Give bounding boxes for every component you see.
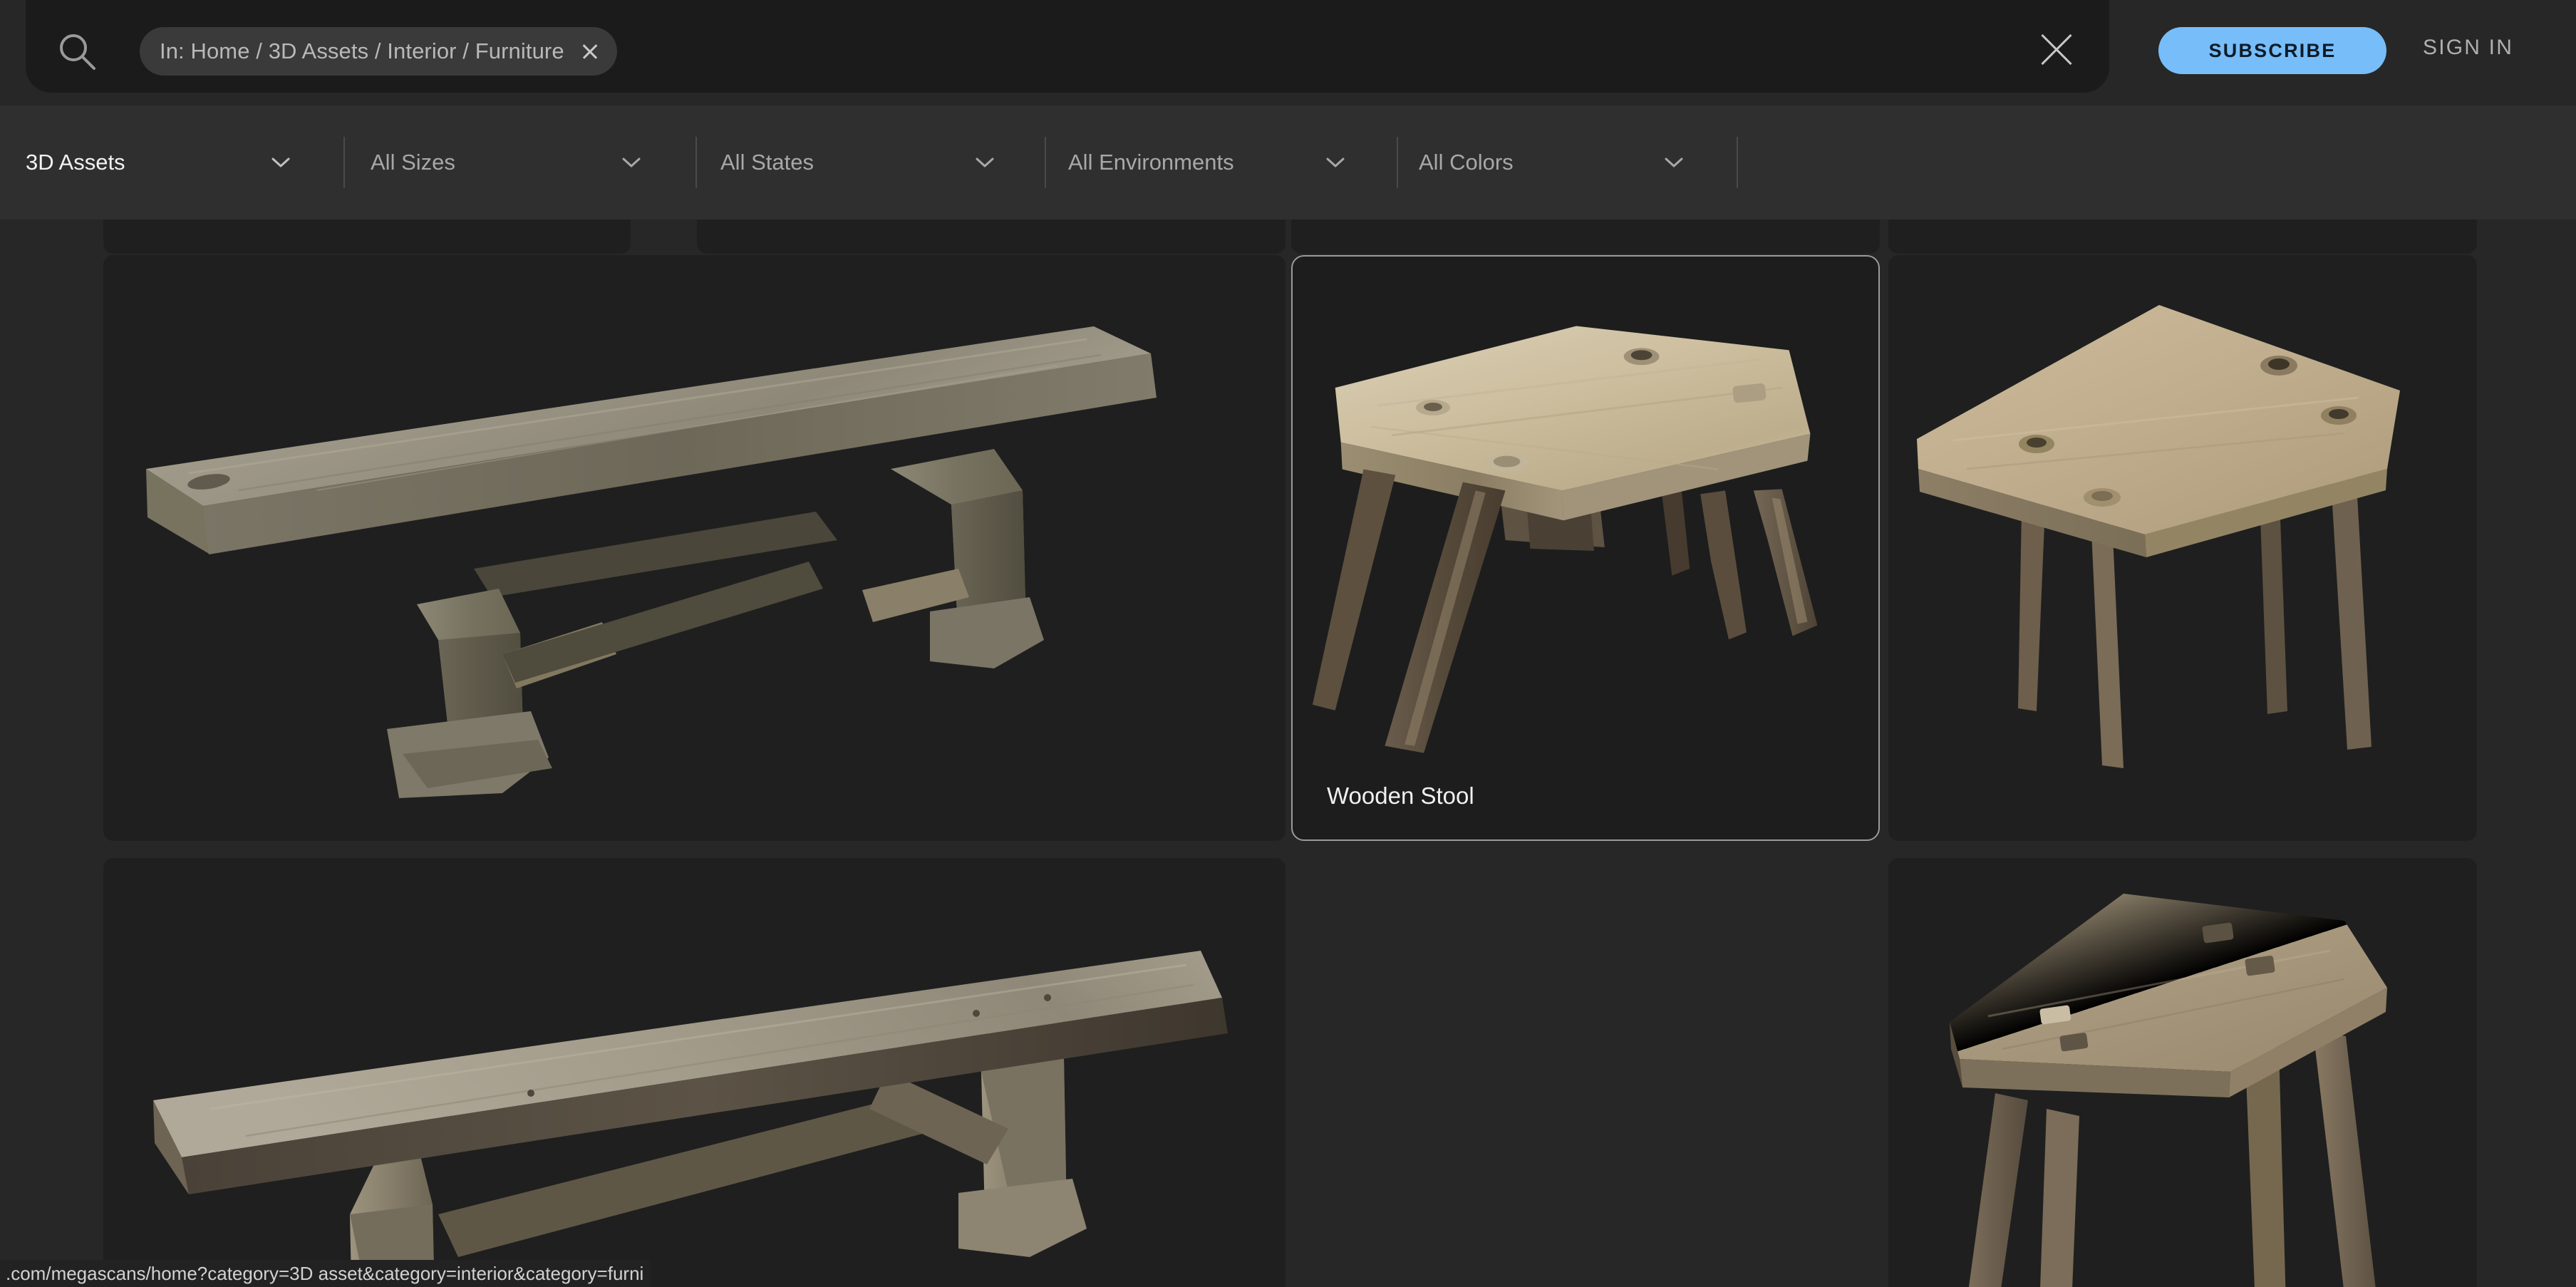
status-bar-url: .com/megascans/home?category=3D asset&ca… xyxy=(6,1262,644,1284)
filter-all-colors[interactable]: All Colors xyxy=(1419,105,1683,219)
filter-bar: 3D Assets All Sizes All States All Envir… xyxy=(0,105,2576,219)
close-icon[interactable] xyxy=(2037,30,2076,70)
asset-thumbnail-wooden-stool xyxy=(1293,257,1878,839)
filter-3d-assets[interactable]: 3D Assets xyxy=(26,105,290,219)
filter-divider xyxy=(1397,137,1398,188)
filter-all-sizes[interactable]: All Sizes xyxy=(371,105,641,219)
asset-card[interactable] xyxy=(1888,858,2477,1287)
asset-card[interactable] xyxy=(103,255,1286,841)
filter-all-states[interactable]: All States xyxy=(720,105,994,219)
filter-divider xyxy=(1045,137,1046,188)
filter-label: All Sizes xyxy=(371,150,455,175)
asset-card-selected[interactable]: Wooden Stool xyxy=(1291,255,1880,841)
asset-thumbnail-wooden-bench-2 xyxy=(103,858,1286,1287)
filter-divider xyxy=(695,137,697,188)
chevron-down-icon xyxy=(622,157,641,168)
chevron-down-icon xyxy=(976,157,994,168)
top-header-bar: In: Home / 3D Assets / Interior / Furnit… xyxy=(0,0,2576,105)
chevron-down-icon xyxy=(271,157,290,168)
asset-thumbnail-wooden-stool-2 xyxy=(1888,858,2477,1287)
asset-thumbnail-wooden-bench xyxy=(103,255,1286,841)
close-icon[interactable] xyxy=(580,41,600,61)
chevron-down-icon xyxy=(1665,157,1683,168)
sign-in-button[interactable]: SIGN IN xyxy=(2423,36,2513,60)
asset-card[interactable] xyxy=(103,858,1286,1287)
asset-card-title: Wooden Stool xyxy=(1327,782,1474,809)
search-breadcrumb-text: In: Home / 3D Assets / Interior / Furnit… xyxy=(160,38,564,63)
status-bar: .com/megascans/home?category=3D asset&ca… xyxy=(0,1260,651,1287)
filter-divider xyxy=(343,137,345,188)
asset-card[interactable] xyxy=(1888,255,2477,841)
subscribe-button[interactable]: SUBSCRIBE xyxy=(2158,27,2386,74)
filter-label: All Colors xyxy=(1419,150,1514,175)
filter-label: 3D Assets xyxy=(26,150,125,175)
search-breadcrumb-chip[interactable]: In: Home / 3D Assets / Interior / Furnit… xyxy=(140,27,617,76)
filter-all-environments[interactable]: All Environments xyxy=(1068,105,1345,219)
asset-thumbnail-wooden-table xyxy=(1888,255,2477,841)
filter-label: All Environments xyxy=(1068,150,1234,175)
chevron-down-icon xyxy=(1326,157,1345,168)
filter-label: All States xyxy=(720,150,814,175)
filter-divider xyxy=(1737,137,1738,188)
search-icon[interactable] xyxy=(56,30,100,74)
asset-grid: Wooden Stool xyxy=(0,191,2576,1287)
